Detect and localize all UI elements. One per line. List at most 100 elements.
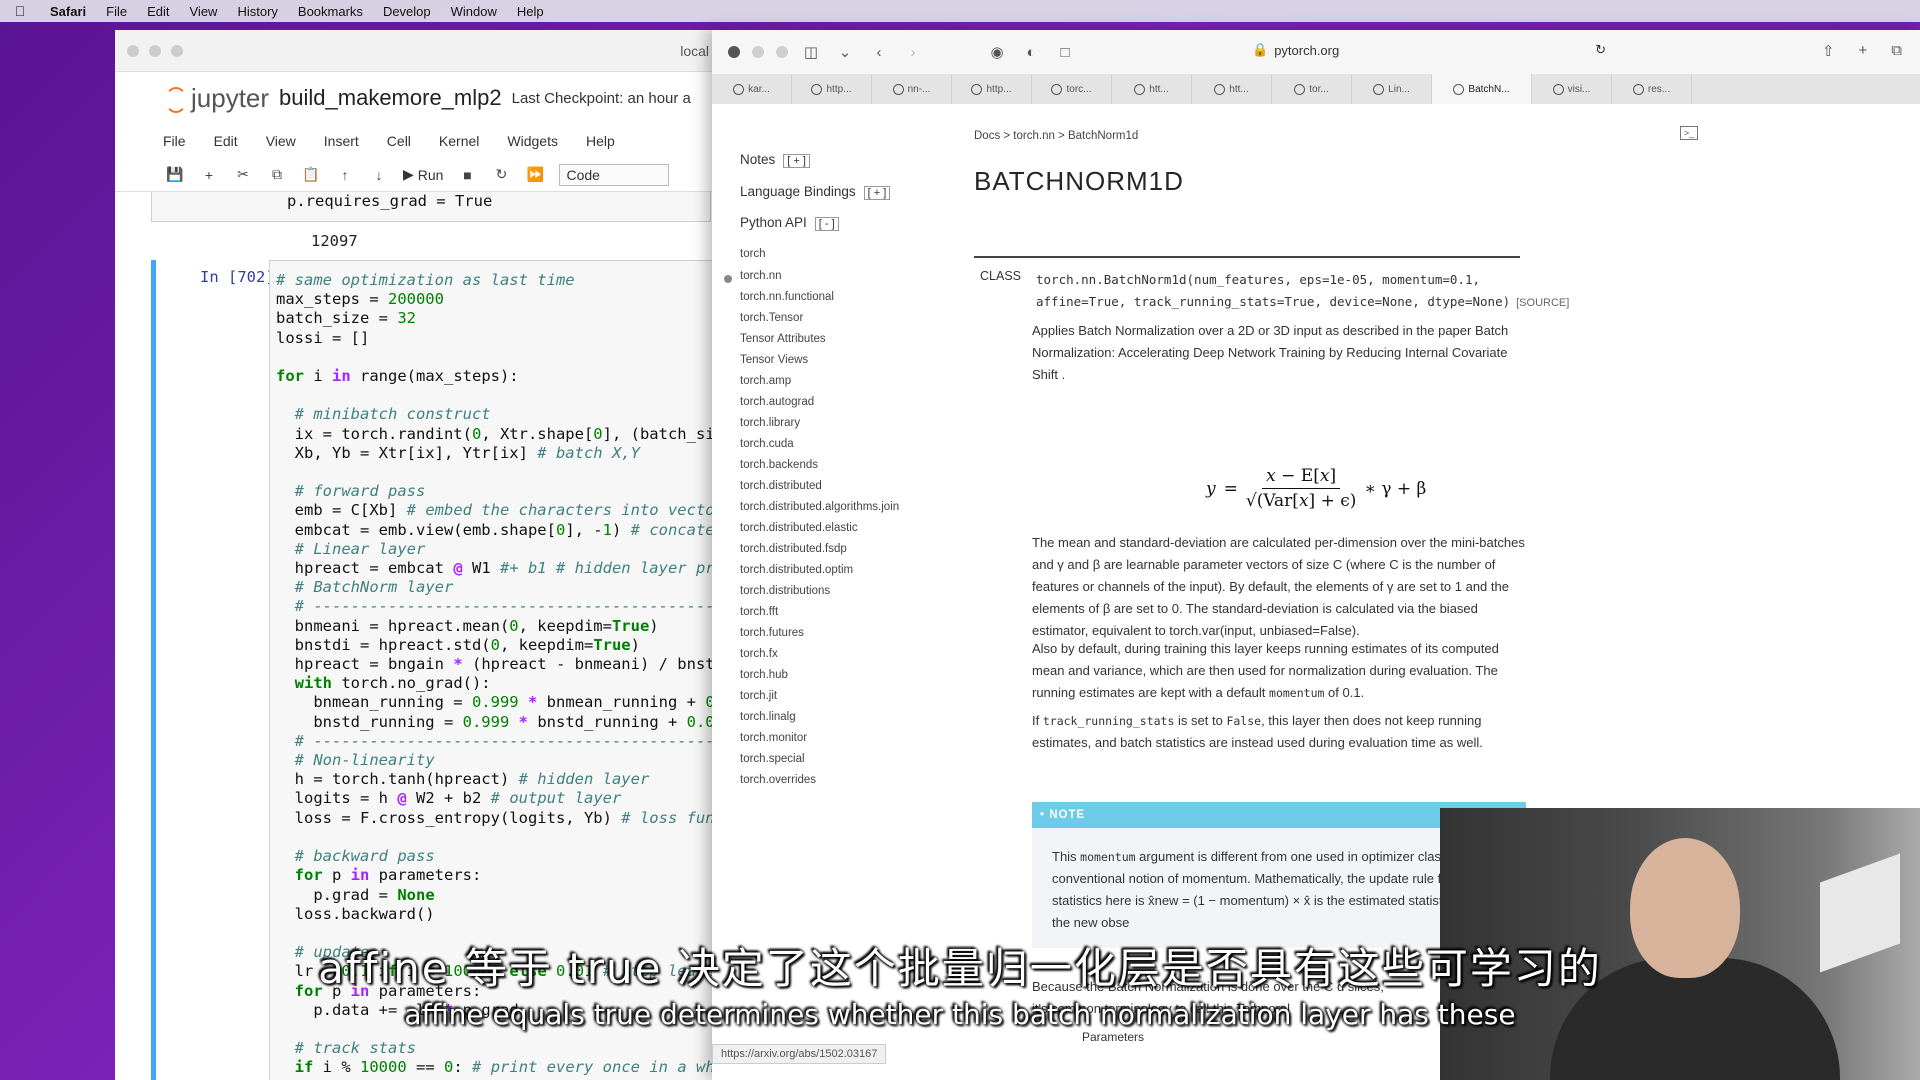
move-down-icon[interactable]: ↓ bbox=[369, 167, 389, 183]
notebook-name[interactable]: build_makemore_mlp2 bbox=[279, 85, 502, 111]
source-link[interactable]: [SOURCE] bbox=[1516, 297, 1569, 309]
tab[interactable]: visi... bbox=[1532, 74, 1612, 104]
collapse-toggle[interactable]: [ - ] bbox=[814, 217, 839, 231]
sidebar-item[interactable]: torch.jit bbox=[740, 690, 777, 702]
tab[interactable]: htt... bbox=[1192, 74, 1272, 104]
reader-icon[interactable]: □ bbox=[1054, 44, 1076, 61]
sidebar-item[interactable]: torch.Tensor bbox=[740, 312, 803, 324]
tab-overview-icon[interactable]: ⧉ bbox=[1891, 42, 1902, 60]
sidebar-item[interactable]: torch.distributed.elastic bbox=[740, 522, 858, 534]
jmenu-cell[interactable]: Cell bbox=[387, 133, 411, 149]
reload-icon[interactable]: ↻ bbox=[1595, 42, 1606, 58]
jmenu-widgets[interactable]: Widgets bbox=[507, 133, 558, 149]
tab[interactable]: htt... bbox=[1112, 74, 1192, 104]
new-tab-icon[interactable]: + bbox=[1859, 42, 1868, 60]
tab[interactable]: res... bbox=[1612, 74, 1692, 104]
tab[interactable]: torc... bbox=[1032, 74, 1112, 104]
minimize-button[interactable] bbox=[752, 46, 764, 58]
tab[interactable]: Lin... bbox=[1352, 74, 1432, 104]
sidebar-item[interactable]: torch.distributed.optim bbox=[740, 564, 853, 576]
jmenu-help[interactable]: Help bbox=[586, 133, 615, 149]
jmenu-insert[interactable]: Insert bbox=[324, 133, 359, 149]
jmenu-file[interactable]: File bbox=[163, 133, 186, 149]
sidebar-item[interactable]: torch.fx bbox=[740, 648, 778, 660]
sidebar-item[interactable]: torch.backends bbox=[740, 459, 818, 471]
sidebar-item[interactable]: torch.distributed.fsdp bbox=[740, 543, 847, 555]
sidebar-header-notes[interactable]: Notes [ + ] bbox=[740, 152, 810, 168]
save-icon[interactable]: 💾 bbox=[165, 166, 185, 183]
share-icon[interactable]: ⇧ bbox=[1822, 42, 1835, 60]
move-up-icon[interactable]: ↑ bbox=[335, 167, 355, 183]
menubar-app[interactable]: Safari bbox=[40, 4, 96, 19]
run-button[interactable]: ▶ Run bbox=[403, 166, 443, 183]
tab[interactable]: nn-... bbox=[872, 74, 952, 104]
menubar-item-edit[interactable]: Edit bbox=[137, 4, 179, 19]
sidebar-item[interactable]: torch.hub bbox=[740, 669, 788, 681]
breadcrumb[interactable]: Docs > torch.nn > BatchNorm1d bbox=[974, 130, 1138, 142]
address-bar[interactable]: 🔒 pytorch.org ↻ bbox=[1252, 42, 1606, 58]
jmenu-edit[interactable]: Edit bbox=[214, 133, 238, 149]
menubar-item-window[interactable]: Window bbox=[441, 4, 507, 19]
jupyter-address[interactable]: local bbox=[680, 43, 715, 59]
sidebar-item[interactable]: Tensor Attributes bbox=[740, 333, 826, 345]
sidebar-item[interactable]: torch bbox=[740, 248, 766, 260]
tab[interactable]: tor... bbox=[1272, 74, 1352, 104]
add-cell-icon[interactable]: + bbox=[199, 167, 219, 183]
cell-type-select[interactable]: Code bbox=[559, 163, 670, 186]
tab[interactable]: kar... bbox=[712, 74, 792, 104]
restart-icon[interactable]: ↻ bbox=[491, 166, 511, 183]
sidebar-item[interactable]: torch.distributed bbox=[740, 480, 822, 492]
zoom-button[interactable] bbox=[776, 46, 788, 58]
paste-icon[interactable]: 📋 bbox=[301, 166, 321, 183]
sidebar-item[interactable]: torch.distributed.algorithms.join bbox=[740, 501, 899, 513]
sidebar-item[interactable]: torch.autograd bbox=[740, 396, 814, 408]
menubar-item-history[interactable]: History bbox=[227, 4, 287, 19]
sidebar-item[interactable]: torch.monitor bbox=[740, 732, 807, 744]
menubar-item-bookmarks[interactable]: Bookmarks bbox=[288, 4, 373, 19]
previous-cell[interactable]: p.requires_grad = True bbox=[151, 192, 711, 222]
tab[interactable]: http... bbox=[952, 74, 1032, 104]
expand-toggle[interactable]: [ + ] bbox=[863, 186, 891, 200]
stop-icon[interactable]: ■ bbox=[457, 167, 477, 183]
fast-forward-icon[interactable]: ⏩ bbox=[525, 166, 545, 183]
sidebar-header-language-bindings[interactable]: Language Bindings [ + ] bbox=[740, 184, 891, 200]
sidebar-item[interactable]: torch.linalg bbox=[740, 711, 796, 723]
sidebar-item[interactable]: torch.overrides bbox=[740, 774, 816, 786]
sidebar-item[interactable]: torch.nn.functional bbox=[740, 291, 834, 303]
shield-icon[interactable]: ◐ bbox=[1020, 44, 1042, 61]
sidebar-item[interactable]: torch.distributions bbox=[740, 585, 830, 597]
sidebar-item[interactable]: torch.fft bbox=[740, 606, 778, 618]
apple-icon[interactable]:  bbox=[0, 3, 40, 19]
chevron-down-icon[interactable]: ⌄ bbox=[834, 43, 856, 61]
jupyter-logo[interactable]: jupyter bbox=[163, 83, 269, 114]
minimize-dot[interactable] bbox=[149, 44, 161, 57]
tab-active[interactable]: BatchN... bbox=[1432, 74, 1532, 104]
close-dot[interactable] bbox=[127, 44, 139, 57]
sidebar-icon[interactable]: ◫ bbox=[800, 43, 822, 61]
menubar-item-view[interactable]: View bbox=[180, 4, 228, 19]
tab[interactable]: http... bbox=[792, 74, 872, 104]
menubar-item-help[interactable]: Help bbox=[507, 4, 554, 19]
sidebar-header-python-api[interactable]: Python API [ - ] bbox=[740, 215, 839, 231]
menubar-item-file[interactable]: File bbox=[96, 4, 137, 19]
menubar-item-develop[interactable]: Develop bbox=[373, 4, 441, 19]
terminal-icon[interactable]: >_ bbox=[1680, 126, 1698, 140]
back-icon[interactable]: ‹ bbox=[868, 44, 890, 61]
zoom-dot[interactable] bbox=[171, 44, 183, 57]
copy-icon[interactable]: ⧉ bbox=[267, 166, 287, 183]
close-button[interactable] bbox=[728, 46, 740, 58]
expand-toggle[interactable]: [ + ] bbox=[783, 154, 810, 168]
sidebar-item[interactable]: torch.futures bbox=[740, 627, 804, 639]
jmenu-view[interactable]: View bbox=[266, 133, 296, 149]
jmenu-kernel[interactable]: Kernel bbox=[439, 133, 479, 149]
cut-icon[interactable]: ✂ bbox=[233, 166, 253, 183]
safari-toolbar: ◫ ⌄ ‹ › ◉ ◐ □ 🔒 pytorch.org ↻ ⇧ + ⧉ bbox=[712, 30, 1920, 74]
sidebar-item[interactable]: torch.amp bbox=[740, 375, 791, 387]
sidebar-item[interactable]: torch.library bbox=[740, 417, 800, 429]
forward-icon[interactable]: › bbox=[902, 44, 924, 61]
sidebar-item[interactable]: Tensor Views bbox=[740, 354, 808, 366]
sidebar-item[interactable]: torch.special bbox=[740, 753, 805, 765]
privacy-icon[interactable]: ◉ bbox=[986, 43, 1008, 61]
sidebar-item-active[interactable]: torch.nn bbox=[724, 270, 782, 283]
sidebar-item[interactable]: torch.cuda bbox=[740, 438, 794, 450]
